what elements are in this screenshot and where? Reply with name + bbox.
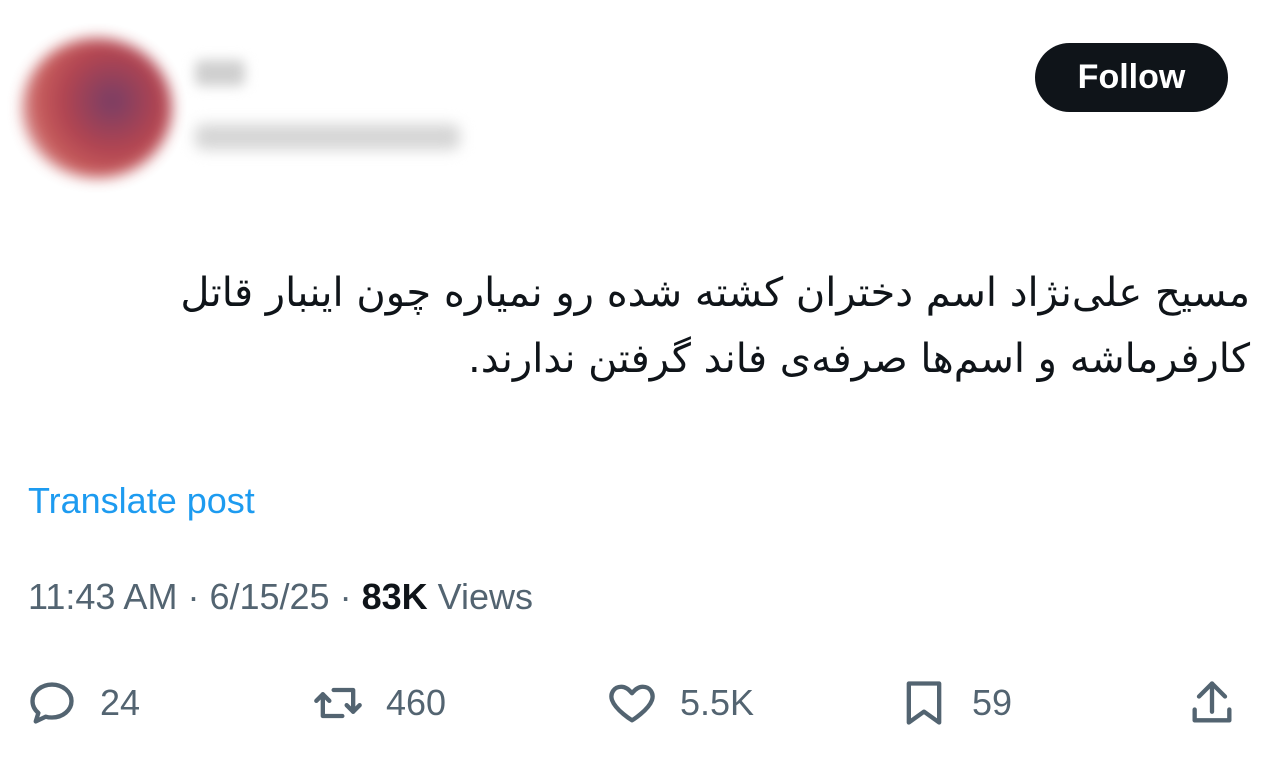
action-bar: 24 460 5.5K 59 <box>0 670 1280 736</box>
reply-icon <box>30 682 74 724</box>
bookmark-button[interactable]: 59 <box>898 670 1012 736</box>
like-button[interactable]: 5.5K <box>606 670 754 736</box>
avatar[interactable] <box>22 38 172 178</box>
translate-post-link[interactable]: Translate post <box>28 480 255 522</box>
handle-blurred[interactable] <box>195 124 460 150</box>
bookmark-count: 59 <box>972 682 1013 723</box>
repost-button[interactable]: 460 <box>312 670 446 736</box>
share-icon <box>1192 681 1232 723</box>
repost-icon <box>314 687 362 719</box>
post-time[interactable]: 11:43 AM <box>28 576 177 617</box>
follow-button[interactable]: Follow <box>1035 43 1228 112</box>
share-button[interactable] <box>1186 670 1238 736</box>
post-date[interactable]: 6/15/25 <box>209 576 329 617</box>
reply-button[interactable]: 24 <box>26 670 140 736</box>
meta-separator: · <box>177 576 210 617</box>
reply-count: 24 <box>100 682 141 723</box>
views-label: Views <box>427 576 533 617</box>
post-meta: 11:43 AM · 6/15/25 · 83K Views <box>28 576 533 618</box>
repost-count: 460 <box>386 682 447 723</box>
heart-icon <box>609 684 655 723</box>
post-text: مسیح علی‌نژاد اسم دختران کشته شده رو نمی… <box>180 270 1250 382</box>
display-name-blurred[interactable] <box>195 60 245 86</box>
meta-separator: · <box>329 576 362 617</box>
views-count: 83K <box>361 576 428 617</box>
bookmark-icon <box>906 681 942 725</box>
like-count: 5.5K <box>680 682 755 723</box>
